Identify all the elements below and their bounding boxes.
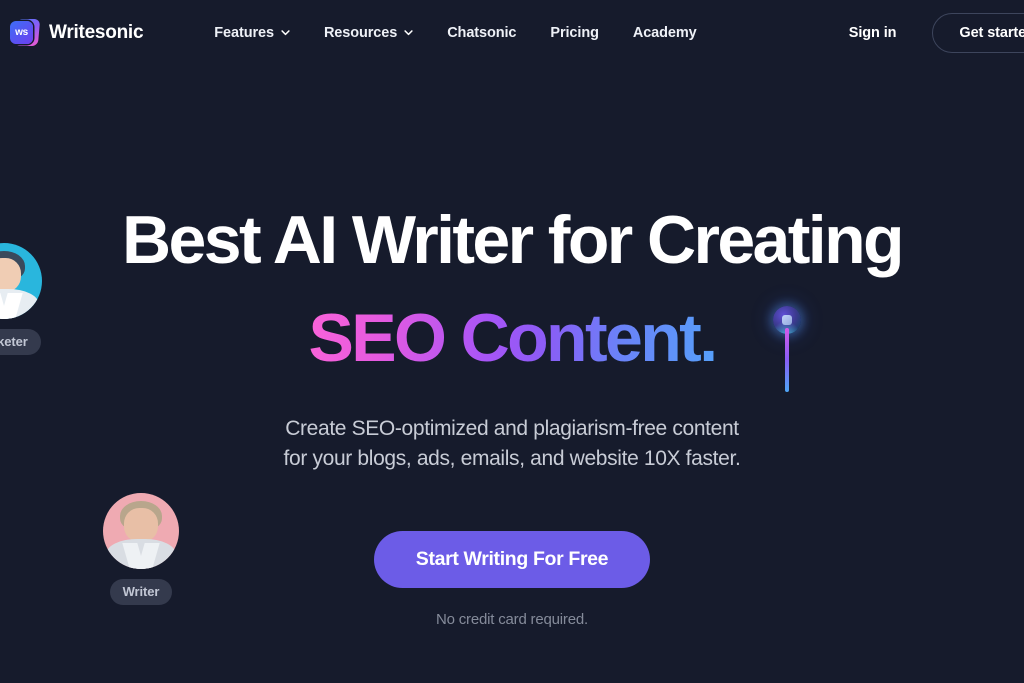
nav-item-pricing[interactable]: Pricing [550,25,599,41]
page-title-line-1: Best AI Writer for Creating [122,202,905,278]
nav-label-features: Features [214,25,274,41]
main-navigation: Features Resources Chatsonic Pricing Aca… [214,25,696,41]
hero-section: Marketer Best AI Writer for Creating SEO… [0,0,1024,683]
hero-subtitle-line-2: for your blogs, ads, emails, and website… [283,446,741,470]
hero-cta-container: Start Writing For Free [0,531,1024,588]
chevron-down-icon [281,28,290,37]
nav-item-academy[interactable]: Academy [633,25,697,41]
nav-item-resources[interactable]: Resources [324,25,413,41]
sign-in-link[interactable]: Sign in [849,25,897,41]
start-writing-for-free-button[interactable]: Start Writing For Free [373,531,651,588]
nav-label-academy: Academy [632,25,697,41]
site-header: ws Writesonic Features Resources Chatson… [0,0,1024,66]
logo-mark-text: ws [15,26,28,38]
hero-subtitle: Create SEO-optimized and plagiarism-free… [0,414,1024,474]
nav-label-resources: Resources [323,25,398,41]
chevron-down-icon [404,28,413,37]
get-started-button[interactable]: Get started free [932,13,1024,53]
nav-label-chatsonic: Chatsonic [447,25,517,41]
header-actions: Sign in Get started free [849,0,1024,66]
writesonic-logo-icon: ws [10,18,41,48]
nav-label-pricing: Pricing [550,25,599,41]
brand-name: Writesonic [49,22,144,43]
no-credit-card-note: No credit card required. [436,611,588,628]
hero-subtitle-line-1: Create SEO-optimized and plagiarism-free… [285,417,739,440]
page-title-line-2: SEO Content. [0,304,1024,372]
page-title-gradient-text: SEO Content. [308,300,718,376]
nav-item-features[interactable]: Features [214,25,290,41]
brand-logo-link[interactable]: ws Writesonic [10,18,144,48]
nav-item-chatsonic[interactable]: Chatsonic [447,25,516,41]
